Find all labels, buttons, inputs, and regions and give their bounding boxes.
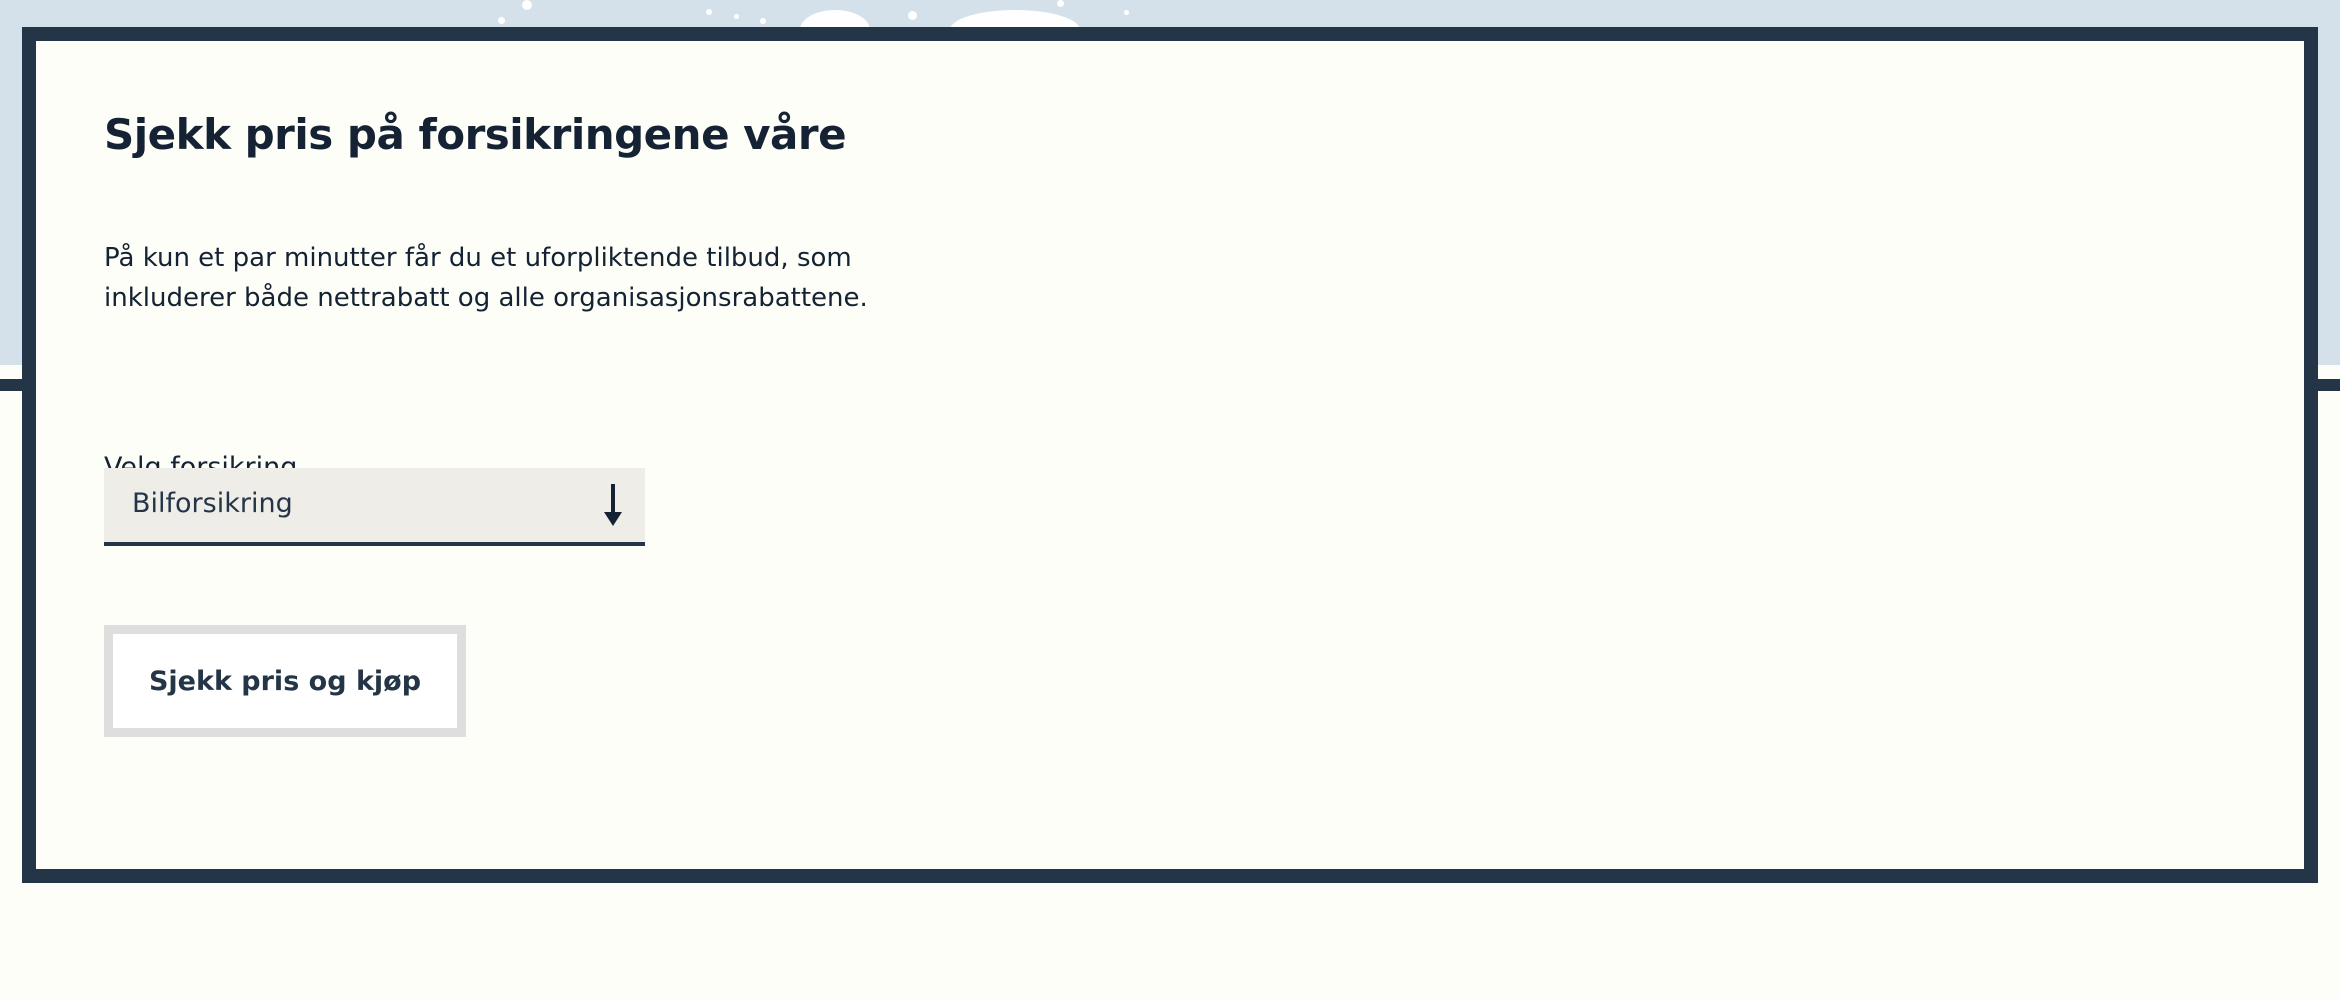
decorative-dot xyxy=(760,18,766,24)
decorative-dot xyxy=(706,9,712,15)
decorative-dot xyxy=(1124,10,1129,15)
decorative-dot xyxy=(908,11,917,20)
check-price-button[interactable]: Sjekk pris og kjøp xyxy=(104,625,466,737)
arrow-down-icon xyxy=(601,484,625,528)
section-title: Sjekk pris på forsikringene våre xyxy=(104,110,847,159)
decorative-dot xyxy=(522,0,532,10)
section-intro: På kun et par minutter får du et uforpli… xyxy=(104,243,868,313)
decorative-dot xyxy=(498,17,505,24)
insurance-select[interactable]: Bilforsikring xyxy=(104,468,645,546)
decorative-dot xyxy=(1057,0,1064,7)
decorative-dot xyxy=(734,14,739,19)
insurance-select-value: Bilforsikring xyxy=(132,488,293,519)
